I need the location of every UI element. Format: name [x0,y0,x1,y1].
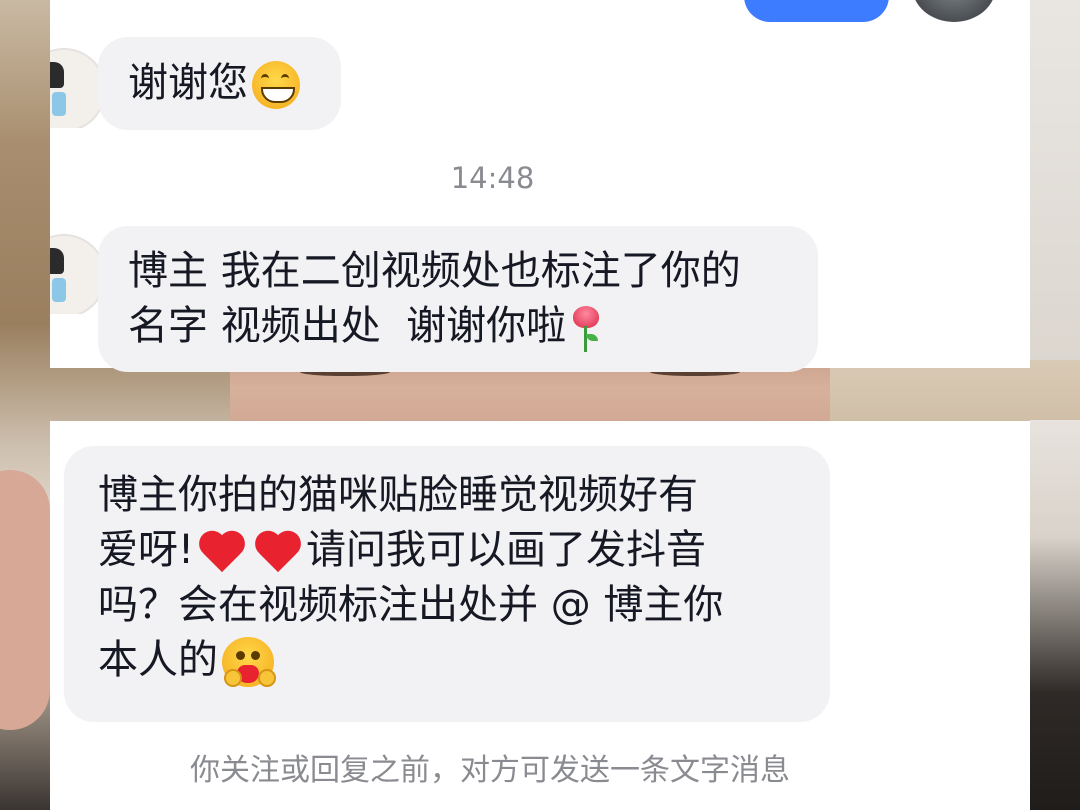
red-heart-icon [196,528,248,576]
rose-icon [568,304,602,352]
messaging-restriction-note: 你关注或回复之前，对方可发送一条文字消息 [190,753,790,788]
message-text-line: 请问我可以画了发抖音 [306,527,707,573]
self-avatar[interactable] [912,0,996,22]
message-text-line: 爱呀! [98,527,195,573]
message-text: 谢谢您 [128,60,248,106]
background-right-top [1030,0,1080,370]
message-bubble-thanks[interactable]: 谢谢您 [98,37,341,130]
sent-message-bubble[interactable] [744,0,889,22]
chat-panel-top: 谢谢您 14:48 博主 我在二创视频处也标注了你的 名字 视频出处 谢谢你啦 [50,0,1030,372]
red-heart-icon [252,528,304,576]
message-text-line: 名字 视频出处 谢谢你啦 [128,303,567,349]
message-timestamp: 14:48 [450,161,535,195]
message-bubble-request[interactable]: 博主你拍的猫咪贴脸睡觉视频好有 爱呀! 请问我可以画了发抖音 吗？会在视频标注出处… [64,446,830,722]
message-text-line: 博主你拍的猫咪贴脸睡觉视频好有 [98,472,698,518]
sender-avatar[interactable] [50,48,102,128]
grinning-face-icon [252,61,300,109]
background-right-dark [1030,420,1080,810]
message-text-line: 吗？会在视频标注出处并 @ 博主你 [98,582,724,628]
hugging-face-icon [222,637,276,687]
message-bubble-credit[interactable]: 博主 我在二创视频处也标注了你的 名字 视频出处 谢谢你啦 [98,226,818,372]
background-hand [0,470,50,730]
message-text-line: 博主 我在二创视频处也标注了你的 [128,248,741,294]
chat-panel-bottom: 博主你拍的猫咪贴脸睡觉视频好有 爱呀! 请问我可以画了发抖音 吗？会在视频标注出处… [50,421,1030,810]
sender-avatar[interactable] [50,234,102,314]
message-text-line: 本人的 [98,637,218,683]
